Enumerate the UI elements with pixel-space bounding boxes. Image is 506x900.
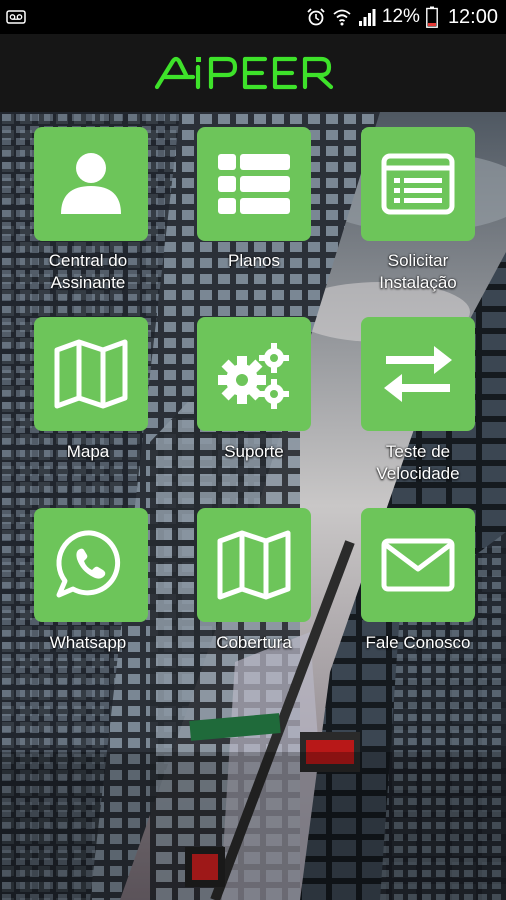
tile-solicitar-instalacao[interactable]	[361, 127, 475, 241]
user-icon	[61, 153, 121, 214]
tile-cobertura[interactable]	[197, 508, 311, 622]
tile-label: Cobertura	[216, 633, 292, 652]
aipeer-logo	[154, 56, 334, 90]
battery-percent: 12%	[381, 6, 420, 27]
transfer-arrows-icon	[384, 346, 452, 402]
tile-label: Whatsapp	[49, 633, 127, 652]
battery-icon	[426, 6, 438, 28]
map-icon	[54, 339, 128, 409]
tile-mapa[interactable]	[34, 317, 148, 431]
list-icon	[218, 154, 290, 214]
envelope-icon	[381, 538, 455, 592]
tile-central-do-assinante[interactable]	[34, 127, 148, 241]
map-icon	[217, 530, 291, 600]
clock: 12:00	[447, 5, 498, 28]
tile-planos[interactable]	[197, 127, 311, 241]
tile-fale-conosco[interactable]	[361, 508, 475, 622]
status-bar: 12% 12:00	[0, 0, 506, 34]
wifi-icon	[333, 9, 351, 26]
tile-label: Mapa	[66, 442, 110, 461]
gears-icon	[218, 343, 289, 409]
tile-whatsapp[interactable]	[34, 508, 148, 622]
tile-teste-de-velocidade[interactable]	[361, 317, 475, 431]
app-header	[0, 34, 506, 112]
voicemail-icon	[6, 10, 26, 24]
tile-label: Fale Conosco	[365, 633, 471, 652]
form-icon	[381, 153, 455, 215]
signal-icon	[358, 9, 376, 26]
tile-label: Central do Assinante	[48, 251, 128, 292]
tile-label: Suporte	[224, 442, 284, 461]
tile-suporte[interactable]	[197, 317, 311, 431]
tile-label: Teste de Velocidade	[376, 442, 460, 483]
whatsapp-icon	[56, 530, 121, 598]
alarm-icon	[307, 8, 325, 26]
tile-label: Planos	[228, 251, 280, 270]
tile-label: Solicitar Instalação	[379, 251, 457, 292]
